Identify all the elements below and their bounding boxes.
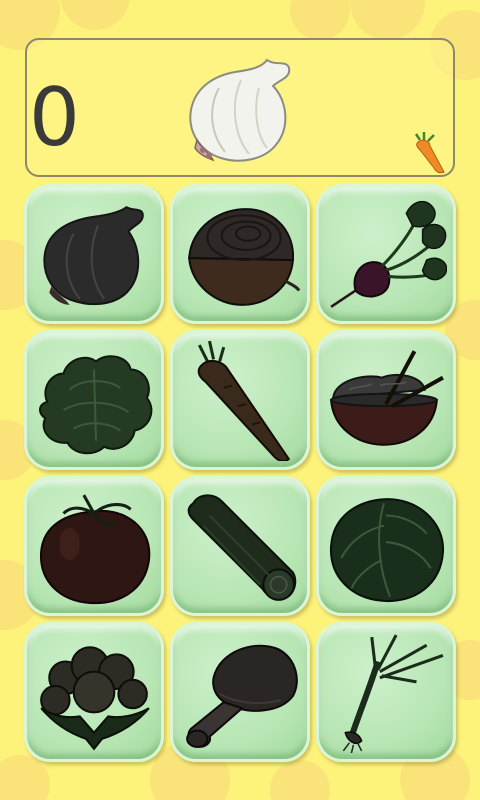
tile-lettuce[interactable] bbox=[24, 330, 164, 470]
tile-cauliflower[interactable] bbox=[24, 622, 164, 762]
onion-icon bbox=[188, 208, 301, 306]
cauliflower-icon bbox=[40, 646, 150, 751]
cabbage-icon bbox=[330, 498, 444, 602]
tile-cucumber[interactable] bbox=[170, 476, 310, 616]
carrot-veg-icon bbox=[197, 340, 291, 461]
cucumber-icon bbox=[187, 494, 297, 601]
tile-mushroom[interactable] bbox=[170, 622, 310, 762]
tile-tomato[interactable] bbox=[24, 476, 164, 616]
tile-onion[interactable] bbox=[170, 184, 310, 324]
rice-bowl-icon bbox=[330, 350, 444, 446]
garlic-icon bbox=[43, 205, 144, 306]
tile-cabbage[interactable] bbox=[316, 476, 456, 616]
tile-beet[interactable] bbox=[316, 184, 456, 324]
beet-icon bbox=[330, 200, 447, 308]
tomato-icon bbox=[40, 494, 151, 605]
carrot-icon bbox=[414, 132, 445, 174]
mushroom-icon bbox=[186, 644, 298, 748]
tile-garlic[interactable] bbox=[24, 184, 164, 324]
score-counter: 0 bbox=[29, 71, 80, 164]
lettuce-icon bbox=[39, 355, 153, 455]
tile-leek[interactable] bbox=[316, 622, 456, 762]
tile-rice-bowl[interactable] bbox=[316, 330, 456, 470]
leek-icon bbox=[342, 634, 444, 753]
target-garlic-icon bbox=[189, 58, 291, 162]
tile-carrot[interactable] bbox=[170, 330, 310, 470]
